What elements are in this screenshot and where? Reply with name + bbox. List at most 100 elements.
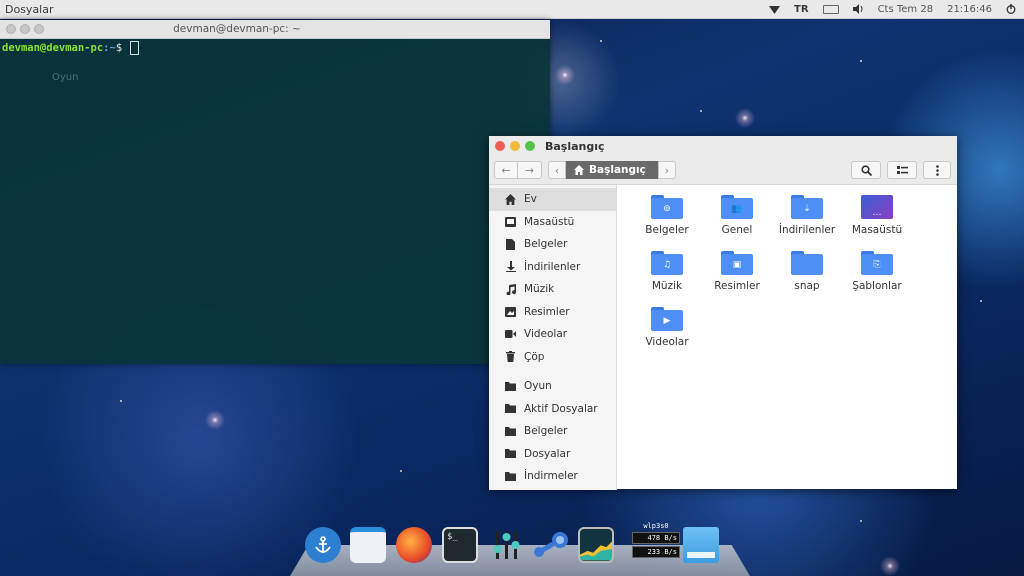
terminal-titlebar[interactable]: devman@devman-pc: ~: [0, 20, 550, 39]
sidebar-bookmark-indirmeler[interactable]: İndirmeler: [489, 465, 616, 488]
arrow-left-icon: ←: [501, 163, 511, 177]
terminal-title: devman@devman-pc: ~: [173, 23, 301, 35]
sidebar-item-resimler[interactable]: Resimler: [489, 301, 616, 324]
prompt-path: :~: [103, 42, 116, 54]
battery-icon[interactable]: [822, 4, 839, 14]
steam-icon[interactable]: [533, 527, 569, 563]
sidebar-item-label: Aktif Dosyalar: [524, 402, 598, 415]
trash-icon: [505, 351, 516, 363]
sidebar-item-label: Çöp: [524, 350, 545, 363]
file-manager-titlebar[interactable]: Başlangıç: [489, 136, 957, 156]
places-sidebar: Ev Masaüstü Belgeler İndirilenler Müzik …: [489, 185, 617, 490]
firefox-icon[interactable]: [396, 527, 432, 563]
search-icon: [860, 164, 872, 176]
terminal-window[interactable]: devman@devman-pc: ~ devman@devman-pc:~$ …: [0, 20, 550, 364]
star-decoration: [400, 470, 402, 472]
star-glow: [735, 108, 755, 128]
folder-item-sablonlar[interactable]: ⎘ Şablonlar: [842, 251, 912, 292]
clock-label[interactable]: 21:16:46: [947, 4, 992, 15]
menu-button[interactable]: [923, 161, 951, 179]
breadcrumb-label: Başlangıç: [589, 164, 646, 176]
desktop-label-behind: Oyun: [52, 72, 79, 83]
wifi-icon[interactable]: [769, 5, 781, 14]
folder-item-videolar[interactable]: ▶ Videolar: [632, 307, 702, 348]
sidebar-item-label: Dosyalar: [524, 447, 571, 460]
folder-item-genel[interactable]: 👥 Genel: [702, 195, 772, 236]
sidebar-bookmark-aktif-dosyalar[interactable]: Aktif Dosyalar: [489, 398, 616, 421]
folder-label: Genel: [721, 224, 753, 236]
folder-item-resimler[interactable]: ▣ Resimler: [702, 251, 772, 292]
path-left-button[interactable]: ‹: [548, 161, 566, 179]
sidebar-item-cop[interactable]: Çöp: [489, 346, 616, 369]
folder-item-belgeler[interactable]: ⊚ Belgeler: [632, 195, 702, 236]
pictures-folder-icon: ▣: [721, 251, 753, 275]
sidebar-item-label: Belgeler: [524, 238, 568, 251]
terminal-output[interactable]: devman@devman-pc:~$: [0, 39, 550, 57]
sidebar-item-belgeler[interactable]: Belgeler: [489, 233, 616, 256]
maximize-button[interactable]: [34, 24, 44, 34]
maximize-button[interactable]: [525, 141, 535, 151]
sidebar-item-videolar[interactable]: Videolar: [489, 323, 616, 346]
minimize-button[interactable]: [20, 24, 30, 34]
video-folder-icon: ▶: [651, 307, 683, 331]
terminal-icon[interactable]: $_: [442, 527, 478, 563]
app-menu-title[interactable]: Dosyalar: [0, 3, 54, 16]
sidebar-item-masaustu[interactable]: Masaüstü: [489, 211, 616, 234]
star-glow: [555, 65, 575, 85]
sidebar-item-label: Belgeler: [524, 425, 568, 438]
sidebar-item-muzik[interactable]: Müzik: [489, 278, 616, 301]
network-up-rate: 233 B/s: [632, 546, 680, 558]
keyboard-layout-indicator[interactable]: TR: [794, 4, 809, 15]
date-label[interactable]: Cts Tem 28: [878, 4, 934, 15]
folder-icon: [505, 381, 516, 392]
sidebar-item-ev[interactable]: Ev: [489, 188, 616, 211]
window-title: Başlangıç: [545, 139, 605, 153]
list-view-icon: [896, 165, 908, 174]
toolbar: ← → ‹ Başlangıç ›: [489, 156, 957, 185]
document-folder-icon: ⊚: [651, 195, 683, 219]
sidebar-bookmark-belgeler[interactable]: Belgeler: [489, 420, 616, 443]
files-icon[interactable]: [350, 527, 386, 563]
folder-icon: [505, 448, 516, 459]
search-button[interactable]: [851, 161, 881, 179]
folder-label: Şablonlar: [852, 280, 902, 292]
folder-icon: [791, 251, 823, 275]
close-button[interactable]: [495, 141, 505, 151]
power-icon[interactable]: [1006, 4, 1016, 14]
trash-icon[interactable]: [683, 527, 719, 563]
folder-item-indirilenler[interactable]: ⇣ İndirilenler: [772, 195, 842, 236]
download-folder-icon: ⇣: [791, 195, 823, 219]
arrow-right-icon: →: [524, 163, 535, 177]
sidebar-bookmark-dosyalar[interactable]: Dosyalar: [489, 443, 616, 466]
sidebar-bookmark-oyun[interactable]: Oyun: [489, 375, 616, 398]
file-manager-window[interactable]: Başlangıç ← → ‹ Başlangıç › Ev Masaüstü …: [489, 136, 957, 490]
folder-item-masaustu[interactable]: … Masaüstü: [842, 195, 912, 236]
close-button[interactable]: [6, 24, 16, 34]
sidebar-item-label: Müzik: [524, 283, 555, 296]
music-icon: [505, 283, 516, 295]
sidebar-item-label: İndirilenler: [524, 260, 581, 273]
folder-label: Resimler: [714, 280, 760, 292]
folder-icon: [505, 403, 516, 414]
settings-icon[interactable]: [488, 527, 524, 563]
view-toggle-button[interactable]: [887, 161, 917, 179]
sidebar-item-label: Oyun: [524, 380, 552, 393]
system-monitor-icon[interactable]: [578, 527, 614, 563]
image-icon: [505, 306, 516, 317]
file-grid[interactable]: ⊚ Belgeler 👥 Genel ⇣ İndirilenler … Masa…: [617, 185, 957, 490]
folder-item-snap[interactable]: snap: [772, 251, 842, 292]
chevron-right-icon: ›: [664, 163, 670, 177]
folder-icon: [505, 471, 516, 482]
anchor-icon[interactable]: [305, 527, 341, 563]
sidebar-item-indirilenler[interactable]: İndirilenler: [489, 256, 616, 279]
prompt-symbol: $: [115, 42, 123, 54]
volume-icon[interactable]: [852, 4, 864, 14]
network-monitor[interactable]: wlp3s0 478 B/s 233 B/s: [632, 522, 680, 572]
prompt-user: devman@devman-pc: [2, 42, 104, 54]
breadcrumb-home[interactable]: Başlangıç: [566, 161, 658, 179]
path-right-button[interactable]: ›: [657, 161, 676, 179]
forward-button[interactable]: →: [518, 161, 542, 179]
minimize-button[interactable]: [510, 141, 520, 151]
folder-item-muzik[interactable]: ♫ Müzik: [632, 251, 702, 292]
back-button[interactable]: ←: [494, 161, 518, 179]
